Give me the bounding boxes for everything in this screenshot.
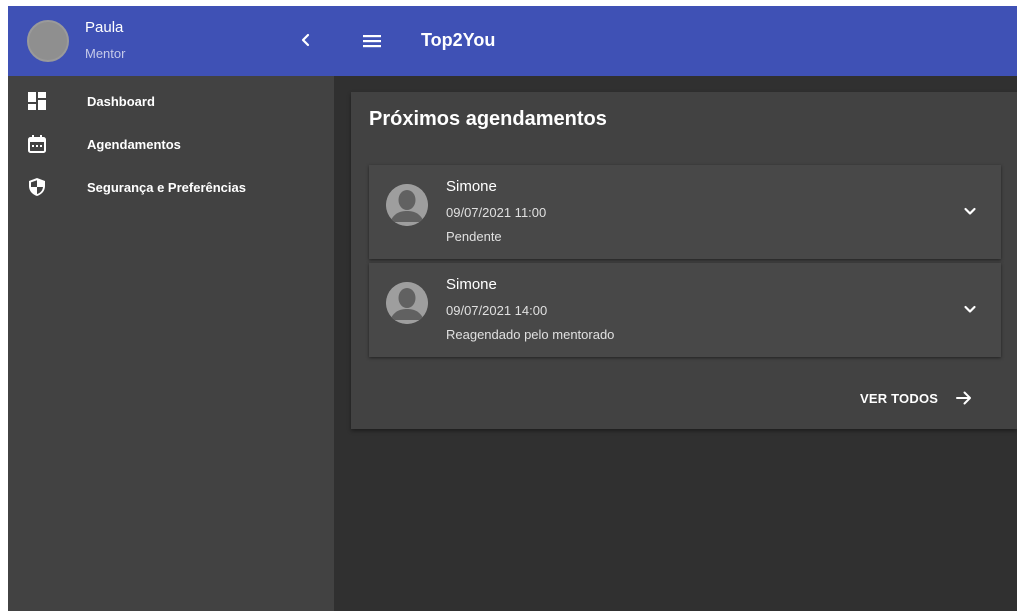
sidebar-item-label: Agendamentos — [87, 137, 181, 152]
avatar — [386, 184, 428, 226]
view-all-label: VER TODOS — [860, 390, 939, 406]
appointment-item[interactable]: Simone 09/07/2021 14:00 Reagendado pelo … — [369, 263, 1001, 357]
sidebar-item-dashboard[interactable]: Dashboard — [8, 88, 334, 131]
sidebar-item-label: Dashboard — [87, 94, 155, 109]
menu-icon[interactable] — [360, 29, 384, 53]
calendar-icon — [28, 135, 46, 153]
appointment-name: Simone — [446, 178, 497, 195]
sidebar-item-label: Segurança e Preferências — [87, 180, 246, 195]
chevron-down-icon — [964, 305, 976, 313]
appointment-status: Pendente — [446, 229, 502, 244]
sidebar: Paula Mentor Dashboard Agendamentos Segu… — [8, 6, 334, 611]
shield-icon — [29, 178, 45, 196]
view-all-button[interactable]: VER TODOS — [860, 388, 974, 408]
person-icon — [386, 282, 428, 324]
expand-button[interactable] — [960, 299, 980, 319]
card-title: Próximos agendamentos — [369, 108, 607, 130]
sidebar-item-seguranca[interactable]: Segurança e Preferências — [8, 174, 334, 217]
person-icon — [386, 184, 428, 226]
upcoming-appointments-card: Próximos agendamentos Simone 09/07/2021 … — [351, 92, 1017, 429]
expand-button[interactable] — [960, 201, 980, 221]
chevron-left-icon — [301, 33, 310, 47]
sidebar-item-agendamentos[interactable]: Agendamentos — [8, 131, 334, 174]
arrow-right-icon — [956, 391, 972, 405]
dashboard-icon — [28, 92, 46, 110]
user-name: Paula — [85, 19, 124, 36]
top-app-bar: Top2You — [334, 6, 1017, 76]
appointment-datetime: 09/07/2021 11:00 — [446, 205, 547, 220]
avatar — [386, 282, 428, 324]
appointment-status: Reagendado pelo mentorado — [446, 327, 615, 342]
collapse-sidebar-button[interactable] — [294, 28, 318, 52]
user-role: Mentor — [85, 46, 126, 61]
app-frame: Paula Mentor Dashboard Agendamentos Segu… — [8, 6, 1017, 611]
appointment-datetime: 09/07/2021 14:00 — [446, 303, 548, 318]
appointment-item[interactable]: Simone 09/07/2021 11:00 Pendente — [369, 165, 1001, 259]
sidebar-nav: Dashboard Agendamentos Segurança e Prefe… — [8, 88, 334, 217]
chevron-down-icon — [964, 207, 976, 215]
sidebar-header: Paula Mentor — [8, 6, 334, 76]
app-title: Top2You — [421, 30, 496, 50]
avatar[interactable] — [27, 20, 69, 62]
appointment-name: Simone — [446, 276, 497, 293]
